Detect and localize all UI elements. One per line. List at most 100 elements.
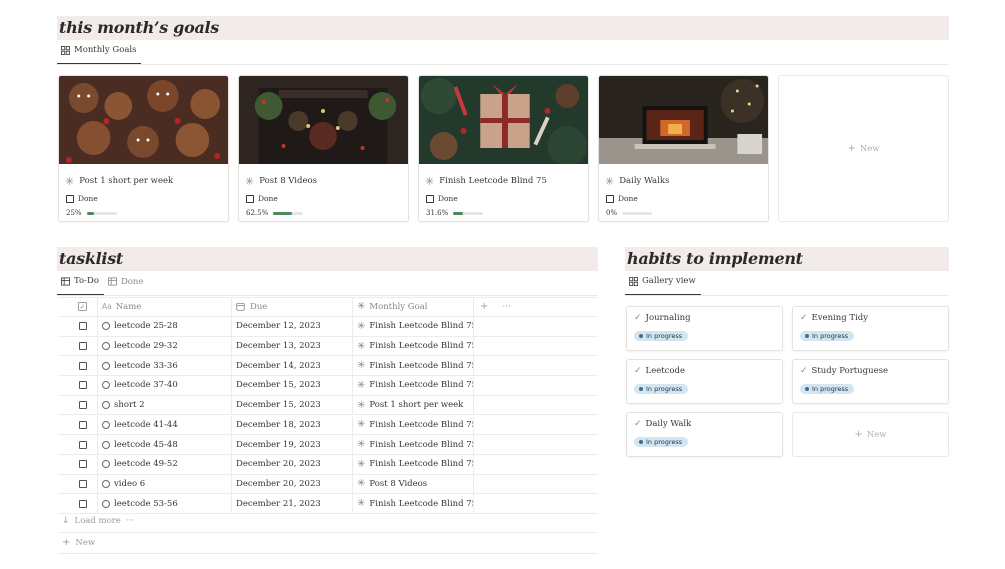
task-monthly-goal[interactable]: Finish Leetcode Blind 75 [369,420,473,430]
more-options-icon[interactable]: ··· [502,302,511,312]
done-checkbox[interactable] [426,194,434,203]
task-name[interactable]: leetcode 45-48 [114,440,178,450]
row-checkbox[interactable] [79,361,87,370]
progress-bar [622,211,653,215]
goal-card[interactable]: ✳ Finish Leetcode Blind 75 Done 31.6% [418,75,589,222]
checkmark-icon: ✓ [800,313,808,323]
habit-card[interactable]: ✓ Daily Walk In progress [626,412,783,457]
tab-gallery-view[interactable]: Gallery view [625,273,701,295]
new-habit-card-button[interactable]: + New [792,412,949,457]
habits-title: habits to implement [627,249,803,268]
table-row[interactable]: short 2 December 15, 2023 ✳ Post 1 short pe… [58,395,598,416]
table-row[interactable]: video 6 December 20, 2023 ✳ Post 8 Videos [58,474,598,495]
task-name[interactable]: leetcode 41-44 [114,420,178,430]
task-monthly-goal[interactable]: Finish Leetcode Blind 75 [369,321,473,331]
row-checkbox[interactable] [79,381,87,390]
task-name[interactable]: short 2 [114,400,145,410]
progress-bar [86,211,117,215]
table-row[interactable]: leetcode 33-36 December 14, 2023 ✳ Finish L… [58,356,598,377]
load-more-button[interactable]: ↓ Load more ··· [62,516,134,526]
status-circle-icon [102,460,110,469]
task-name[interactable]: leetcode 29-32 [114,341,178,351]
habit-card[interactable]: ✓ Evening Tidy In progress [792,306,949,351]
checkmark-icon: ✓ [634,313,642,323]
new-goal-card-button[interactable]: + New [778,75,949,222]
goal-card[interactable]: ✳ Post 8 Videos Done 62.5% [238,75,409,222]
column-header-name[interactable]: Aa Name [98,298,232,316]
status-dot [805,334,809,338]
row-checkbox[interactable] [79,499,87,508]
status-label: In progress [812,385,849,393]
task-due-date: December 20, 2023 [236,478,321,489]
task-name[interactable]: leetcode 33-36 [114,361,178,371]
tab-done[interactable]: Done [104,273,148,295]
done-checkbox[interactable] [66,194,74,203]
task-monthly-goal[interactable]: Finish Leetcode Blind 75 [369,440,473,450]
status-dot [639,334,643,338]
status-circle-icon [102,322,110,331]
tab-to-do[interactable]: To-Do [57,273,104,295]
table-row[interactable]: leetcode 29-32 December 13, 2023 ✳ Finish L… [58,336,598,357]
table-row[interactable]: leetcode 37-40 December 15, 2023 ✳ Finish L… [58,376,598,396]
row-checkbox[interactable] [79,342,87,351]
habit-card[interactable]: ✓ Study Portuguese In progress [792,359,949,404]
plus-icon: + [854,429,863,440]
done-checkbox[interactable] [606,194,614,203]
row-checkbox[interactable] [79,420,87,429]
row-checkbox[interactable] [79,479,87,488]
done-label: Done [438,194,458,203]
column-header-goal[interactable]: ✳ Monthly Goal [353,298,474,316]
tab-monthly-goals[interactable]: Monthly Goals [57,42,142,64]
progress-percent: 0% [606,209,618,217]
new-task-button[interactable]: + New [62,537,95,548]
task-monthly-goal[interactable]: Finish Leetcode Blind 75 [369,459,473,469]
select-all-checkbox-icon[interactable]: ✓ [78,302,87,312]
row-checkbox[interactable] [79,401,87,410]
status-dot [639,440,643,444]
done-checkbox[interactable] [246,194,254,203]
status-circle-icon [102,440,110,449]
row-checkbox[interactable] [79,440,87,449]
task-name[interactable]: video 6 [114,479,145,489]
table-row[interactable]: leetcode 41-44 December 18, 2023 ✳ Finish L… [58,415,598,436]
task-due-date: December 21, 2023 [236,498,321,509]
progress-bar [453,211,484,215]
habit-card[interactable]: ✓ Leetcode In progress [626,359,783,404]
table-row[interactable]: leetcode 53-56 December 21, 2023 ✳ Finish L… [58,494,598,514]
column-header-due[interactable]: Due [232,298,353,316]
goal-card-title: Post 8 Videos [259,176,317,186]
table-row[interactable]: leetcode 25-28 December 12, 2023 ✳ Finish L… [58,317,598,337]
goal-card[interactable]: ✳ Daily Walks Done 0% [598,75,769,222]
tab-done-label: Done [120,276,144,287]
task-monthly-goal[interactable]: Finish Leetcode Blind 75 [369,361,473,371]
tab-to-do-label: To-Do [74,276,99,286]
more-options-icon[interactable]: ··· [126,516,134,526]
task-monthly-goal[interactable]: Finish Leetcode Blind 75 [369,499,473,509]
row-checkbox[interactable] [79,322,87,331]
task-name[interactable]: leetcode 25-28 [114,321,178,331]
progress-bar-fill [273,211,292,215]
table-row[interactable]: leetcode 45-48 December 19, 2023 ✳ Finish L… [58,435,598,455]
status-badge: In progress [800,384,855,394]
goal-card[interactable]: ✳ Post 1 short per week Done 25% [58,75,229,222]
task-monthly-goal[interactable]: Post 1 short per week [369,400,463,410]
checkmark-icon: ✓ [634,419,642,429]
cover-image-storefront [239,76,408,164]
goal-card-title: Daily Walks [619,176,670,186]
task-monthly-goal[interactable]: Finish Leetcode Blind 75 [369,380,473,390]
task-name[interactable]: leetcode 49-52 [114,459,178,469]
goals-title: this month’s goals [59,18,219,37]
task-name[interactable]: leetcode 37-40 [114,380,178,390]
relation-icon: ✳ [357,320,366,332]
task-name[interactable]: leetcode 53-56 [114,499,178,509]
table-row[interactable]: leetcode 49-52 December 20, 2023 ✳ Finish L… [58,454,598,475]
task-due-date: December 13, 2023 [236,341,321,352]
task-due-date: December 19, 2023 [236,439,321,450]
task-monthly-goal[interactable]: Post 8 Videos [369,479,427,489]
load-more-label: Load more [74,516,121,526]
task-due-date: December 18, 2023 [236,419,321,430]
habit-card[interactable]: ✓ Journaling In progress [626,306,783,351]
add-column-icon[interactable]: + [480,301,488,312]
task-monthly-goal[interactable]: Finish Leetcode Blind 75 [369,341,473,351]
row-checkbox[interactable] [79,460,87,469]
